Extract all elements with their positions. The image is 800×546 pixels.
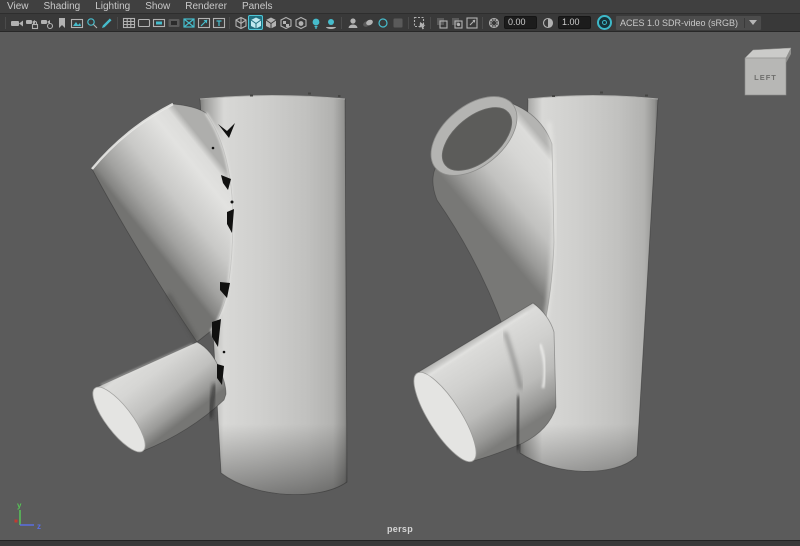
toolbar-separator (5, 17, 6, 29)
bookmarks-icon[interactable] (54, 15, 69, 30)
axis-x-marker (15, 520, 18, 523)
view-cube[interactable]: LEFT (745, 48, 791, 95)
film-gate-icon[interactable] (136, 15, 151, 30)
grease-pencil-icon[interactable] (99, 15, 114, 30)
xray-active-components-icon[interactable] (464, 15, 479, 30)
anti-aliasing-icon[interactable] (375, 15, 390, 30)
use-default-material-icon[interactable] (293, 15, 308, 30)
xray-icon[interactable] (434, 15, 449, 30)
menu-shading[interactable]: Shading (44, 0, 81, 13)
maya-viewport-panel: View Shading Lighting Show Renderer Pane… (0, 0, 800, 546)
two-d-pan-zoom-icon[interactable] (84, 15, 99, 30)
textured-icon[interactable] (278, 15, 293, 30)
shaded-icon[interactable] (248, 15, 263, 30)
xray-joints-icon[interactable] (449, 15, 464, 30)
toolbar-separator (229, 17, 230, 29)
menu-show[interactable]: Show (145, 0, 170, 13)
exposure-icon[interactable] (486, 15, 501, 30)
viewport-canvas[interactable]: LEFT y z persp (0, 32, 800, 540)
depth-of-field-icon[interactable] (390, 15, 405, 30)
axis-z-label: z (37, 522, 41, 531)
camera-attributes-icon[interactable] (39, 15, 54, 30)
gamma-icon[interactable] (540, 15, 555, 30)
panel-menubar: View Shading Lighting Show Renderer Pane… (0, 0, 800, 13)
pipe-with-boolean-artifacts[interactable] (85, 93, 354, 503)
toolbar-separator (408, 17, 409, 29)
menu-view[interactable]: View (7, 0, 29, 13)
safe-action-icon[interactable] (196, 15, 211, 30)
safe-title-icon[interactable] (211, 15, 226, 30)
axis-y-label: y (17, 501, 22, 510)
wireframe-icon[interactable] (233, 15, 248, 30)
menu-panels[interactable]: Panels (242, 0, 273, 13)
scene-3d: LEFT y z (0, 32, 800, 540)
panel-toolbar: 0.00 1.00 ACES 1.0 SDR-video (sRGB) (0, 13, 800, 32)
view-transform-value: ACES 1.0 SDR-video (sRGB) (620, 18, 738, 28)
grid-icon[interactable] (121, 15, 136, 30)
menu-renderer[interactable]: Renderer (185, 0, 227, 13)
image-plane-icon[interactable] (69, 15, 84, 30)
isolate-select-icon[interactable] (412, 15, 427, 30)
gamma-field[interactable]: 1.00 (558, 16, 591, 29)
color-management-icon[interactable] (597, 15, 612, 30)
all-lights-icon[interactable] (308, 15, 323, 30)
gate-mask-icon[interactable] (166, 15, 181, 30)
resolution-gate-icon[interactable] (151, 15, 166, 30)
toolbar-separator (117, 17, 118, 29)
toolbar-separator (482, 17, 483, 29)
exposure-field[interactable]: 0.00 (504, 16, 537, 29)
select-camera-icon[interactable] (9, 15, 24, 30)
chevron-down-icon (749, 20, 757, 25)
shadows-icon[interactable] (323, 15, 338, 30)
pipe-clean[interactable] (404, 81, 662, 502)
camera-name-label: persp (387, 524, 413, 534)
view-cube-face-label[interactable]: LEFT (754, 73, 777, 82)
menu-lighting[interactable]: Lighting (95, 0, 130, 13)
toolbar-separator (341, 17, 342, 29)
view-transform-dropdown[interactable]: ACES 1.0 SDR-video (sRGB) (615, 15, 762, 31)
screen-space-ao-icon[interactable] (345, 15, 360, 30)
field-chart-icon[interactable] (181, 15, 196, 30)
axis-gizmo: y z (15, 501, 42, 531)
toolbar-separator (430, 17, 431, 29)
wireframe-on-shaded-icon[interactable] (263, 15, 278, 30)
bottom-edge-strip (0, 540, 800, 545)
lock-camera-icon[interactable] (24, 15, 39, 30)
motion-blur-icon[interactable] (360, 15, 375, 30)
